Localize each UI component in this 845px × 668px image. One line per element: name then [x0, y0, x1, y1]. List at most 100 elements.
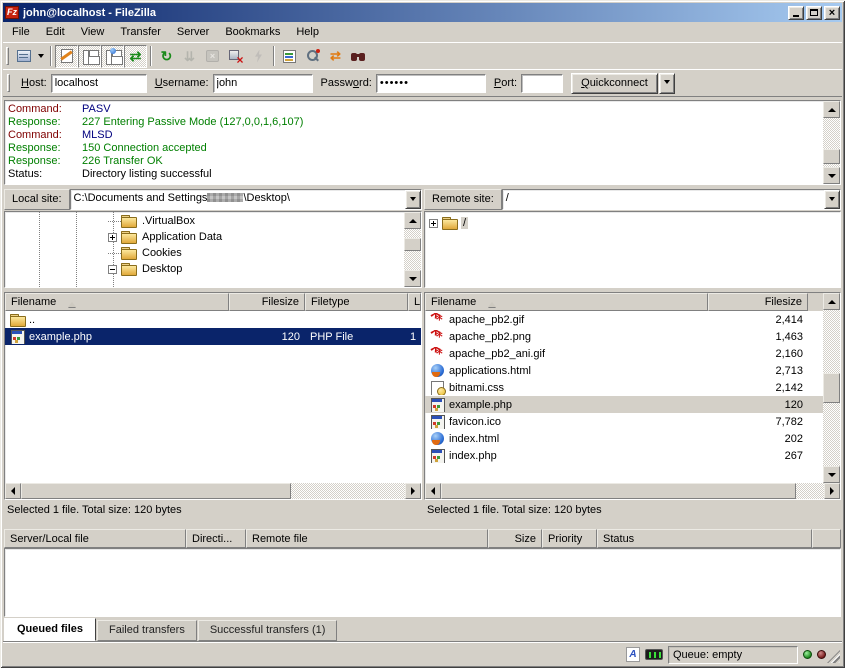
synchronized-browsing-button[interactable]: ⇄ [324, 45, 347, 68]
username-input[interactable] [213, 74, 313, 93]
queue-column-spacer[interactable] [812, 529, 841, 548]
local-directory-tree[interactable]: .VirtualBoxApplication DataCookiesDeskto… [4, 211, 422, 288]
host-input[interactable] [51, 74, 147, 93]
toggle-message-log-button[interactable] [55, 45, 78, 68]
find-files-button[interactable] [347, 45, 370, 68]
toggle-local-tree-button[interactable] [78, 45, 101, 68]
minimize-button[interactable] [788, 6, 804, 20]
column-header-filename[interactable]: Filename [425, 293, 708, 311]
close-button[interactable]: × [824, 6, 840, 20]
remote-site-dropdown-button[interactable] [824, 190, 840, 209]
resize-grip[interactable] [827, 650, 840, 663]
scroll-thumb[interactable] [21, 483, 291, 499]
column-header-filesize[interactable]: Filesize [229, 293, 305, 311]
queue-column-remotefile[interactable]: Remote file [246, 529, 488, 548]
remote-vscrollbar[interactable] [823, 293, 840, 483]
menu-server[interactable]: Server [169, 24, 217, 41]
expand-icon[interactable] [429, 219, 438, 228]
remote-list-body[interactable]: apache_pb2.gif2,414apache_pb2.png1,463ap… [425, 311, 823, 483]
scroll-down-button[interactable] [823, 167, 840, 184]
file-row[interactable]: example.php120 [425, 396, 823, 413]
maximize-button[interactable] [806, 6, 822, 20]
quickconnect-dropdown[interactable] [659, 73, 675, 94]
column-header-filesize[interactable]: Filesize [708, 293, 808, 311]
filesize-cell: 120 [708, 399, 808, 411]
tree-item[interactable]: .VirtualBox [108, 213, 197, 229]
toggle-queue-button[interactable]: ⇄ [124, 45, 147, 68]
refresh-button[interactable]: ↻ [155, 45, 178, 68]
remote-site-combobox[interactable]: / [502, 189, 841, 210]
column-header-l[interactable]: L [408, 293, 421, 311]
queue-column-priority[interactable]: Priority [542, 529, 597, 548]
menu-file[interactable]: File [4, 24, 38, 41]
toolbar-grip[interactable] [6, 47, 9, 65]
menu-transfer[interactable]: Transfer [112, 24, 169, 41]
queue-column-serverlocalfile[interactable]: Server/Local file [4, 529, 186, 548]
file-row[interactable]: .. [5, 311, 421, 328]
queue-body[interactable] [4, 548, 841, 617]
queue-column-status[interactable]: Status [597, 529, 812, 548]
scroll-thumb[interactable] [404, 238, 421, 251]
tree-item[interactable]: Application Data [108, 229, 224, 245]
scroll-right-button[interactable] [824, 483, 840, 499]
column-header-filetype[interactable]: Filetype [305, 293, 408, 311]
speed-limit-icon[interactable] [645, 649, 663, 660]
menu-help[interactable]: Help [288, 24, 327, 41]
password-input[interactable] [376, 74, 486, 93]
file-row[interactable]: apache_pb2.gif2,414 [425, 311, 823, 328]
disconnect-button[interactable]: × [224, 45, 247, 68]
tab-failed-transfers[interactable]: Failed transfers [97, 620, 197, 641]
remote-directory-tree[interactable]: / [424, 211, 841, 288]
tab-successful-transfers-1-[interactable]: Successful transfers (1) [198, 620, 338, 641]
scroll-thumb[interactable] [441, 483, 796, 499]
quickconnect-grip[interactable] [7, 74, 10, 92]
collapse-icon[interactable] [108, 265, 117, 274]
titlebar[interactable]: Fz john@localhost - FileZilla × [3, 3, 842, 22]
local-tree-vscrollbar[interactable] [404, 212, 421, 287]
filter-button[interactable] [278, 45, 301, 68]
compare-directories-button[interactable] [301, 45, 324, 68]
file-row[interactable]: index.html202 [425, 430, 823, 447]
scroll-down-button[interactable] [404, 270, 421, 287]
column-header-filename[interactable]: Filename [5, 293, 229, 311]
quickconnect-button[interactable]: Quickconnect [571, 73, 658, 94]
queue-column-size[interactable]: Size [488, 529, 542, 548]
remote-hscrollbar[interactable] [425, 483, 840, 499]
toggle-remote-tree-button[interactable] [101, 45, 124, 68]
site-manager-dropdown[interactable] [35, 46, 47, 67]
local-hscrollbar[interactable] [5, 483, 421, 499]
scroll-thumb[interactable] [823, 373, 840, 403]
tab-queued-files[interactable]: Queued files [4, 618, 96, 641]
site-manager-button[interactable] [12, 45, 35, 68]
scroll-up-button[interactable] [404, 212, 421, 229]
menu-bookmarks[interactable]: Bookmarks [217, 24, 288, 41]
local-site-combobox[interactable]: C:\Documents and Settings\Desktop\ [70, 189, 422, 210]
file-row[interactable]: apache_pb2.png1,463 [425, 328, 823, 345]
local-site-dropdown-button[interactable] [405, 190, 421, 209]
horizontal-splitter[interactable] [3, 520, 842, 529]
scroll-thumb[interactable] [823, 149, 840, 164]
queue-column-directi[interactable]: Directi... [186, 529, 246, 548]
local-list-body[interactable]: ..example.php120PHP File1 [5, 311, 421, 483]
file-row[interactable]: index.php267 [425, 447, 823, 464]
port-input[interactable] [521, 74, 563, 93]
tree-item[interactable]: / [429, 215, 468, 231]
file-row[interactable]: example.php120PHP File1 [5, 328, 421, 345]
file-row[interactable]: apache_pb2_ani.gif2,160 [425, 345, 823, 362]
scroll-up-button[interactable] [823, 293, 840, 310]
file-row[interactable]: favicon.ico7,782 [425, 413, 823, 430]
scroll-left-button[interactable] [425, 483, 441, 499]
tree-item[interactable]: Desktop [108, 261, 184, 277]
log-vscrollbar[interactable] [823, 101, 840, 184]
scroll-up-button[interactable] [823, 101, 840, 118]
tree-item[interactable]: Cookies [108, 245, 184, 261]
scroll-left-button[interactable] [5, 483, 21, 499]
scroll-right-button[interactable] [405, 483, 421, 499]
menu-view[interactable]: View [73, 24, 113, 41]
data-type-indicator-icon[interactable]: A [626, 647, 640, 662]
file-row[interactable]: applications.html2,713 [425, 362, 823, 379]
menu-edit[interactable]: Edit [38, 24, 73, 41]
scroll-down-button[interactable] [823, 466, 840, 483]
expand-icon[interactable] [108, 233, 117, 242]
file-row[interactable]: bitnami.css2,142 [425, 379, 823, 396]
